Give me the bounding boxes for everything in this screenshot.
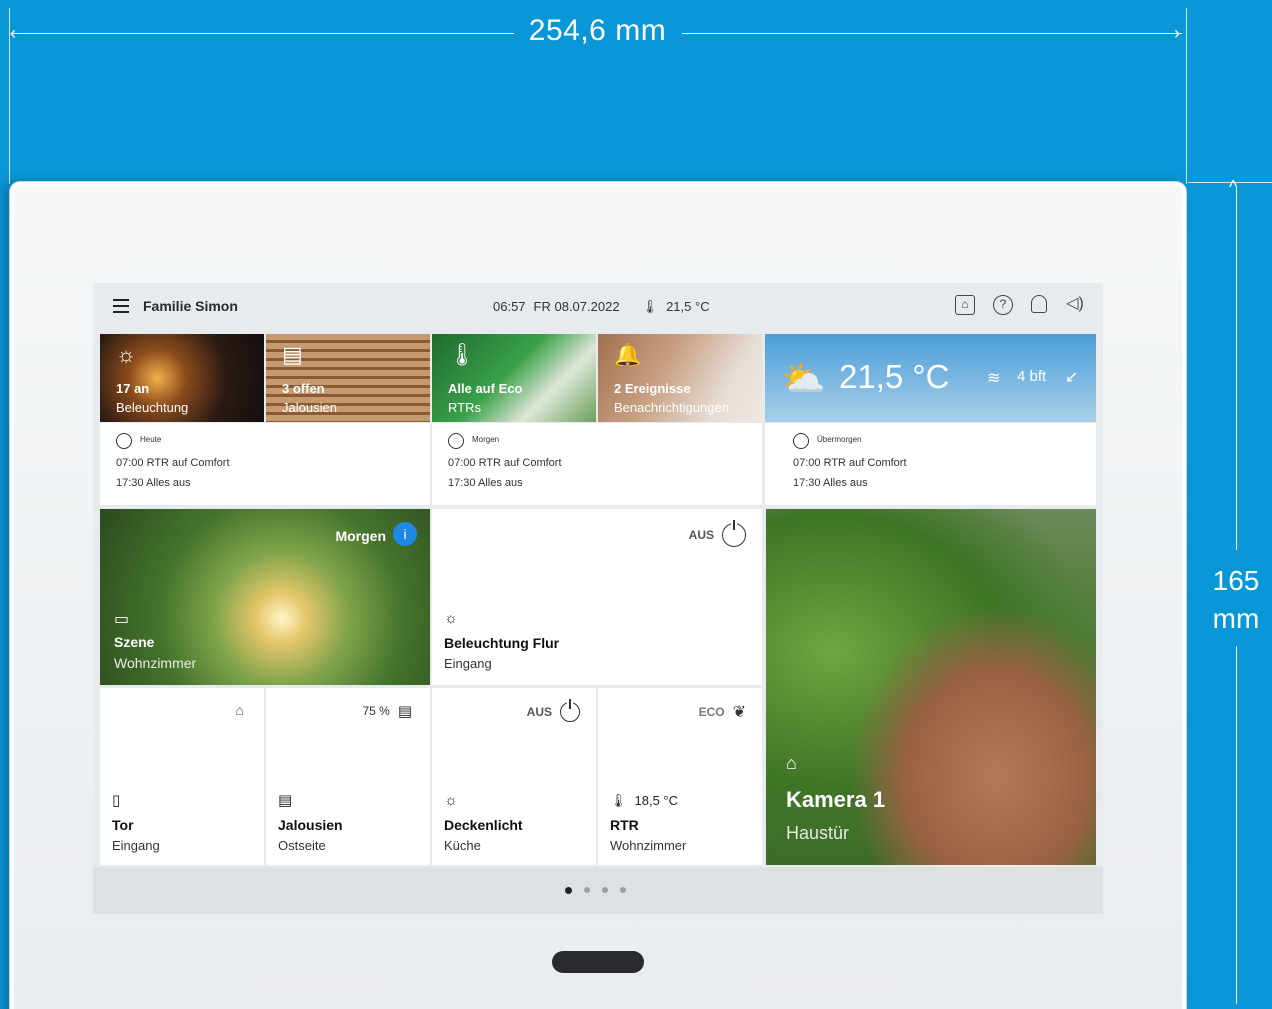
- width-line-right: [682, 33, 1182, 34]
- speaker-icon[interactable]: ◁): [1065, 295, 1085, 315]
- screen: Familie Simon 06:57 FR 08.07.2022 🌡 21,5…: [93, 283, 1103, 914]
- width-label: 254,6 mm: [528, 14, 667, 47]
- width-right-tick: [1186, 8, 1187, 184]
- lock-icon[interactable]: ⌂: [236, 702, 244, 718]
- tile-blinds[interactable]: ▤ 3 offen Jalousien: [266, 334, 430, 422]
- tile-beleuchtung-flur[interactable]: AUS ☼ Beleuchtung Flur Eingang: [432, 509, 762, 685]
- thermometer-icon: 🌡: [448, 342, 476, 367]
- page-dot-3[interactable]: [602, 887, 608, 893]
- rtr-reading: 🌡 18,5 °C: [610, 793, 679, 808]
- height-label: 165 mm: [1212, 565, 1260, 634]
- top-bar: Familie Simon 06:57 FR 08.07.2022 🌡 21,5…: [93, 283, 1103, 331]
- page-title: Familie Simon: [143, 298, 238, 314]
- tile-rtr[interactable]: ECO ❦ 🌡 18,5 °C RTR Wohnzimmer: [598, 688, 762, 865]
- tile-deckenlicht[interactable]: AUS ☼ Deckenlicht Küche: [432, 688, 596, 865]
- page-indicator: [93, 867, 1103, 914]
- clock-icon: [448, 433, 464, 449]
- door-icon: ▯: [112, 792, 121, 809]
- pager-dots: [565, 887, 626, 894]
- wind-speed: 4 bft: [1017, 368, 1047, 385]
- clock-icon: [116, 433, 132, 449]
- tile-notifications[interactable]: 🔔 2 Ereignisse Benachrichtigungen: [598, 334, 762, 422]
- scene-badge: Morgen: [335, 528, 386, 544]
- time: 06:57: [493, 299, 526, 314]
- height-arrow-top: ^: [1229, 177, 1238, 197]
- tile-weather[interactable]: ⛅ 21,5 °C ≋ 4 bft ↙: [765, 334, 1096, 422]
- scene-subtitle: Wohnzimmer: [114, 655, 197, 671]
- camera-title: Kamera 1: [786, 787, 886, 812]
- lock-icon[interactable]: ⌂: [955, 295, 975, 315]
- camera-subtitle: Haustür: [786, 823, 850, 843]
- clock-icon: [793, 433, 809, 449]
- height-line-bottom: [1236, 646, 1237, 1004]
- bulb-icon: ☼: [444, 610, 458, 627]
- tile-lighting[interactable]: ☼ 17 an Beleuchtung: [100, 334, 264, 422]
- tile-camera[interactable]: ⌂ Kamera 1 Haustür: [766, 509, 1096, 865]
- tile-subtitle: Eingang: [444, 656, 492, 671]
- width-arrow-right: ›: [1174, 23, 1180, 43]
- bell-icon: 🔔: [614, 342, 642, 367]
- camera-icon: ⌂: [786, 753, 797, 773]
- top-icons: ⌂ ? ◁): [955, 295, 1085, 315]
- bell-icon[interactable]: [1031, 295, 1047, 313]
- leaf-icon[interactable]: ❦: [733, 702, 746, 722]
- status-off: AUS: [689, 520, 746, 547]
- page-dot-2[interactable]: [584, 887, 590, 893]
- width-line-left: [12, 33, 514, 34]
- partly-cloudy-icon: ⛅: [781, 358, 826, 399]
- home-button[interactable]: [552, 951, 644, 973]
- status-eco: ECO ❦: [698, 702, 746, 722]
- wind-direction-icon: ↙: [1065, 369, 1079, 386]
- date: FR 08.07.2022: [533, 299, 620, 314]
- scene-title: Szene: [114, 634, 155, 650]
- height-line-top: [1236, 186, 1237, 550]
- tile-rtr[interactable]: 🌡 Alle auf Eco RTRs: [432, 334, 596, 422]
- status-lock: ⌂: [236, 702, 244, 718]
- power-icon[interactable]: [722, 520, 746, 547]
- indoor-temperature: 21,5 °C: [666, 299, 710, 314]
- status-off: AUS: [527, 699, 580, 722]
- status-blinds: 75 % ▤: [362, 702, 412, 720]
- blind-icon[interactable]: ▤: [398, 702, 412, 720]
- thermometer-icon: 🌡: [641, 299, 659, 314]
- weather-temperature: 21,5 °C: [839, 358, 950, 395]
- schedule-tomorrow[interactable]: Morgen 07:00 RTR auf Comfort 17:30 Alles…: [432, 423, 762, 505]
- info-icon[interactable]: i: [393, 522, 417, 546]
- blind-icon: ▤: [278, 792, 293, 809]
- tile-scene[interactable]: Morgen i ▭ Szene Wohnzimmer: [100, 509, 430, 685]
- scene-icon: ▭: [114, 611, 130, 628]
- hamburger-icon[interactable]: [113, 299, 129, 313]
- schedule-today[interactable]: Heute 07:00 RTR auf Comfort 17:30 Alles …: [100, 423, 430, 505]
- bulb-icon: ☼: [444, 792, 458, 809]
- bulb-icon: ☼: [116, 342, 137, 367]
- power-icon[interactable]: [560, 699, 580, 722]
- help-icon[interactable]: ?: [993, 295, 1013, 315]
- wind-icon: ≋: [987, 370, 1001, 387]
- schedule-day-after[interactable]: Übermorgen 07:00 RTR auf Comfort 17:30 A…: [765, 423, 1096, 505]
- tile-jalousien[interactable]: 75 % ▤ ▤ Jalousien Ostseite: [266, 688, 430, 865]
- tile-tor[interactable]: ⌂ ▯ Tor Eingang: [100, 688, 264, 865]
- thermometer-icon: 🌡: [610, 793, 627, 808]
- status-info: 06:57 FR 08.07.2022 🌡 21,5 °C: [493, 299, 710, 315]
- blind-icon: ▤: [282, 342, 303, 367]
- tile-title: Beleuchtung Flur: [444, 635, 560, 651]
- width-arrow-left: ‹: [10, 23, 16, 43]
- page-dot-4[interactable]: [620, 887, 626, 893]
- page-dot-1[interactable]: [565, 887, 572, 894]
